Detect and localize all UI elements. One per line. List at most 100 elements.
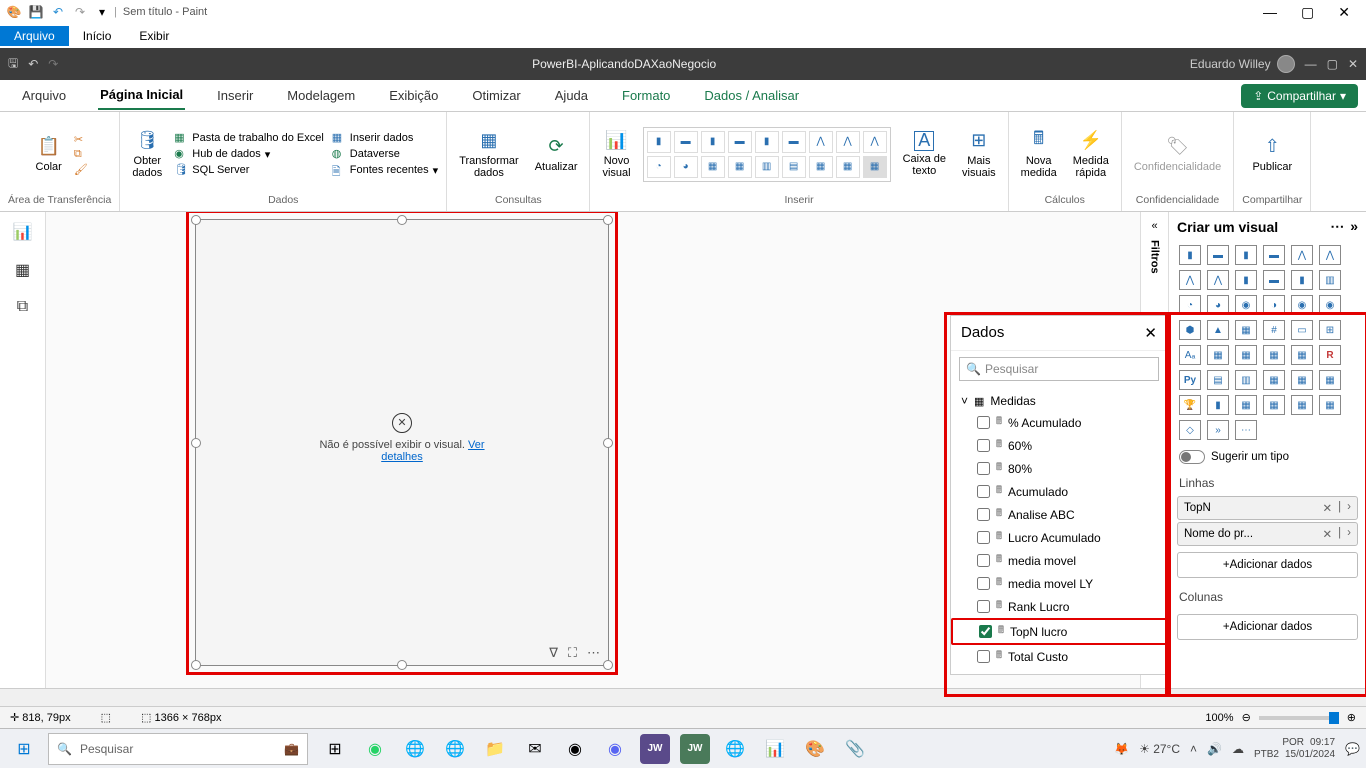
field-80-[interactable]: 🖩80% <box>951 457 1167 480</box>
resize-handle[interactable] <box>397 215 407 225</box>
field-media-movel[interactable]: 🖩media movel <box>951 549 1167 572</box>
edge-icon[interactable]: 🌐 <box>440 734 470 764</box>
mais-visuais-button[interactable]: ⊞ Mais visuais <box>958 127 1000 181</box>
pbi-undo-icon[interactable]: ↶ <box>28 57 38 71</box>
medida-rapida-button[interactable]: ⚡ Medida rápida <box>1069 127 1113 181</box>
sql-button[interactable]: 🛢SQL Server <box>174 163 323 177</box>
field-acumulado[interactable]: 🖩Acumulado <box>951 480 1167 503</box>
field-topn-lucro[interactable]: 🖩TopN lucro <box>951 618 1167 645</box>
field-rank-lucro[interactable]: 🖩Rank Lucro <box>951 595 1167 618</box>
tab-ajuda[interactable]: Ajuda <box>553 82 590 109</box>
tray-expand-icon[interactable]: ˄ <box>1190 742 1197 756</box>
taskbar-search[interactable]: 🔍 Pesquisar 💼 <box>48 733 308 765</box>
focus-icon[interactable]: ⛶ <box>568 645 577 661</box>
suggest-toggle[interactable] <box>1179 450 1205 464</box>
pbi-minimize-icon[interactable]: — <box>1305 57 1317 71</box>
taskbar-clock[interactable]: POR09:17 PTB215/01/2024 <box>1254 737 1335 761</box>
obter-dados-button[interactable]: 🛢 Obter dados <box>128 127 166 181</box>
report-view-icon[interactable]: 📊 <box>13 222 33 242</box>
field-checkbox[interactable] <box>977 577 990 590</box>
table-node-medidas[interactable]: ˅ ▦ Medidas <box>951 391 1167 411</box>
remove-field-icon[interactable]: ✕ <box>1323 501 1333 515</box>
viz-more-icon[interactable]: ⋯ <box>1330 218 1344 235</box>
paint-tab-exibir[interactable]: Exibir <box>125 26 183 46</box>
share-button[interactable]: ⇪ Compartilhar ▾ <box>1241 84 1358 108</box>
tab-formato[interactable]: Formato <box>620 82 672 109</box>
field-checkbox[interactable] <box>977 554 990 567</box>
minimize-button[interactable]: — <box>1263 4 1277 21</box>
field-media-movel-ly[interactable]: 🖩media movel LY <box>951 572 1167 595</box>
tab-otimizar[interactable]: Otimizar <box>470 82 522 109</box>
app-icon2[interactable]: 📎 <box>840 734 870 764</box>
pbi-save-icon[interactable]: 🖫 <box>8 54 18 75</box>
tab-pagina-inicial[interactable]: Página Inicial <box>98 81 185 110</box>
field-checkbox[interactable] <box>977 462 990 475</box>
field-lucro-acumulado[interactable]: 🖩Lucro Acumulado <box>951 526 1167 549</box>
qat-more-icon[interactable]: ▾ <box>92 2 112 22</box>
dataverse-button[interactable]: ◍Dataverse <box>332 147 438 161</box>
resize-handle[interactable] <box>603 660 613 670</box>
resize-handle[interactable] <box>191 215 201 225</box>
volume-icon[interactable]: 🔊 <box>1207 742 1222 756</box>
atualizar-button[interactable]: ⟳ Atualizar <box>531 133 582 175</box>
chrome-icon[interactable]: 🌐 <box>400 734 430 764</box>
field-analise-abc[interactable]: 🖩Analise ABC <box>951 503 1167 526</box>
field-total-custo[interactable]: 🖩Total Custo <box>951 645 1167 668</box>
zoom-slider[interactable] <box>1259 716 1339 720</box>
pbi-maximize-icon[interactable]: ▢ <box>1327 57 1338 71</box>
field-well-topn[interactable]: TopN ✕ | › <box>1177 496 1358 520</box>
field-well-nome[interactable]: Nome do pr... ✕ | › <box>1177 522 1358 546</box>
save-icon[interactable]: 💾 <box>26 2 46 22</box>
publicar-button[interactable]: ⇧ Publicar <box>1248 133 1296 175</box>
caixa-texto-button[interactable]: A Caixa de texto <box>899 129 950 179</box>
redo-icon[interactable]: ↷ <box>70 2 90 22</box>
notifications-icon[interactable]: 💬 <box>1345 742 1360 756</box>
mail-icon[interactable]: ✉ <box>520 734 550 764</box>
discord-icon[interactable]: ◉ <box>600 734 630 764</box>
start-button[interactable]: ⊞ <box>6 733 42 765</box>
tab-inserir[interactable]: Inserir <box>215 82 255 109</box>
field-checkbox[interactable] <box>979 625 992 638</box>
horizontal-scrollbar[interactable] <box>0 688 1366 706</box>
collapse-icon[interactable]: « <box>1151 220 1157 232</box>
paint-taskbar-icon[interactable]: 🎨 <box>800 734 830 764</box>
zoom-out-icon[interactable]: ⊖ <box>1242 711 1251 724</box>
field-checkbox[interactable] <box>977 439 990 452</box>
tab-exibicao[interactable]: Exibição <box>387 82 440 109</box>
viz-collapse-icon[interactable]: » <box>1350 218 1358 235</box>
field-checkbox[interactable] <box>977 485 990 498</box>
viz-gallery[interactable]: ▮▬▮▬⋀⋀ ⋀⋀▮▬▮▥ ◔◕◉◑◉◉ ⬢▲▦#▭⊞ Aₐ▦▦▦▦R Py▤▥… <box>1169 241 1366 444</box>
field-checkbox[interactable] <box>977 508 990 521</box>
task-view-icon[interactable]: ⊞ <box>320 734 350 764</box>
avatar-icon[interactable] <box>1277 55 1295 73</box>
fontes-button[interactable]: 🗎Fontes recentes ▾ <box>332 163 438 177</box>
field--acumulado[interactable]: 🖩% Acumulado <box>951 411 1167 434</box>
filter-icon[interactable]: ∇ <box>549 645 558 661</box>
field-checkbox[interactable] <box>977 600 990 613</box>
resize-handle[interactable] <box>191 438 201 448</box>
tab-modelagem[interactable]: Modelagem <box>285 82 357 109</box>
weather-widget[interactable]: ☀ 27°C <box>1139 742 1180 756</box>
app-jw-icon[interactable]: JW <box>640 734 670 764</box>
resize-handle[interactable] <box>191 660 201 670</box>
resize-handle[interactable] <box>397 660 407 670</box>
whatsapp-icon[interactable]: ◉ <box>360 734 390 764</box>
inserir-dados-button[interactable]: ▦Inserir dados <box>332 131 438 145</box>
nova-medida-button[interactable]: 🖩 Nova medida <box>1017 127 1061 181</box>
chrome2-icon[interactable]: 🌐 <box>720 734 750 764</box>
zoom-in-icon[interactable]: ⊕ <box>1347 711 1356 724</box>
add-data-colunas[interactable]: +Adicionar dados <box>1177 614 1358 640</box>
format-painter-icon[interactable]: 🖌 <box>74 163 88 176</box>
field-menu-icon[interactable]: › <box>1347 527 1351 541</box>
selected-visual[interactable]: ✕ Não é possível exibir o visual. Ver de… <box>195 219 609 666</box>
remove-field-icon[interactable]: ✕ <box>1323 527 1333 541</box>
pbi-close-icon[interactable]: ✕ <box>1348 57 1358 71</box>
paint-tab-inicio[interactable]: Início <box>69 26 126 46</box>
add-data-linhas[interactable]: +Adicionar dados <box>1177 552 1358 578</box>
more-options-icon[interactable]: ⋯ <box>587 645 600 661</box>
novo-visual-button[interactable]: 📊 Novo visual <box>598 127 634 181</box>
close-button[interactable]: ✕ <box>1338 4 1350 21</box>
dados-search-input[interactable]: 🔍 Pesquisar <box>959 357 1159 381</box>
model-view-icon[interactable]: ⧉ <box>17 298 28 316</box>
firefox-icon[interactable]: 🦊 <box>1114 742 1129 756</box>
